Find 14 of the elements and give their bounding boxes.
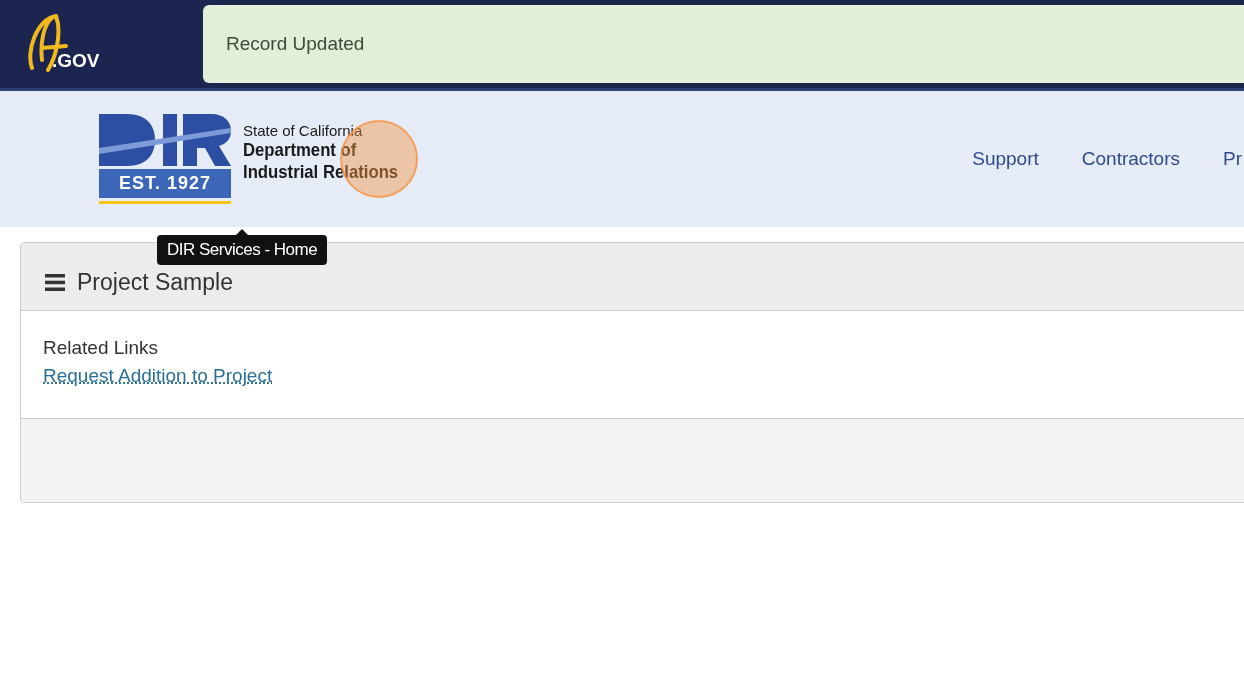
logo-text: Department of [243, 138, 358, 161]
nav-link[interactable]: Pr [1223, 148, 1242, 170]
logo-text: .GOV [52, 50, 100, 72]
logo-badge: EST. 1927 [99, 169, 231, 198]
tooltip: DIR Services - Home [157, 229, 328, 265]
nav-link[interactable]: Support [972, 148, 1039, 170]
logo-text: Industrial Relations [243, 160, 399, 183]
nav-link[interactable]: Contractors [1081, 148, 1180, 170]
menu-icon[interactable] [45, 274, 65, 291]
success-alert: Record Updated [203, 5, 1244, 83]
card-title: Project Sample [77, 269, 233, 296]
dir-logo-icon [99, 114, 231, 166]
link[interactable]: Request Addition to Project [43, 365, 273, 387]
section-label: Related Links [43, 337, 159, 359]
